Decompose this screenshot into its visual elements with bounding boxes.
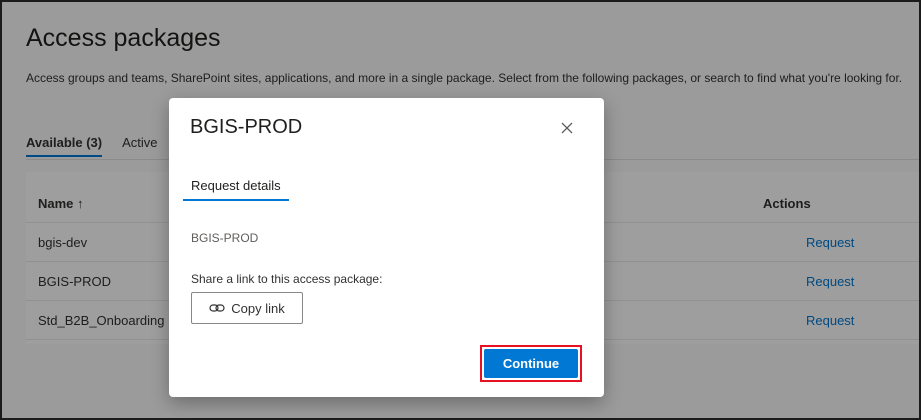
dialog-title: BGIS-PROD xyxy=(190,116,303,138)
tab-request-details[interactable]: Request details xyxy=(191,178,281,193)
package-name: BGIS-PROD xyxy=(191,231,259,245)
close-button[interactable] xyxy=(555,116,579,140)
copy-link-button[interactable]: Copy link xyxy=(191,292,303,324)
continue-button[interactable]: Continue xyxy=(484,349,578,378)
close-icon xyxy=(561,122,573,134)
tab-underline xyxy=(183,199,289,201)
request-dialog: BGIS-PROD Request details BGIS-PROD Shar… xyxy=(169,98,604,397)
window-frame: Access packages Access groups and teams,… xyxy=(0,0,921,420)
copy-link-label: Copy link xyxy=(231,300,285,316)
share-link-label: Share a link to this access package: xyxy=(191,272,383,286)
link-icon xyxy=(209,304,225,312)
